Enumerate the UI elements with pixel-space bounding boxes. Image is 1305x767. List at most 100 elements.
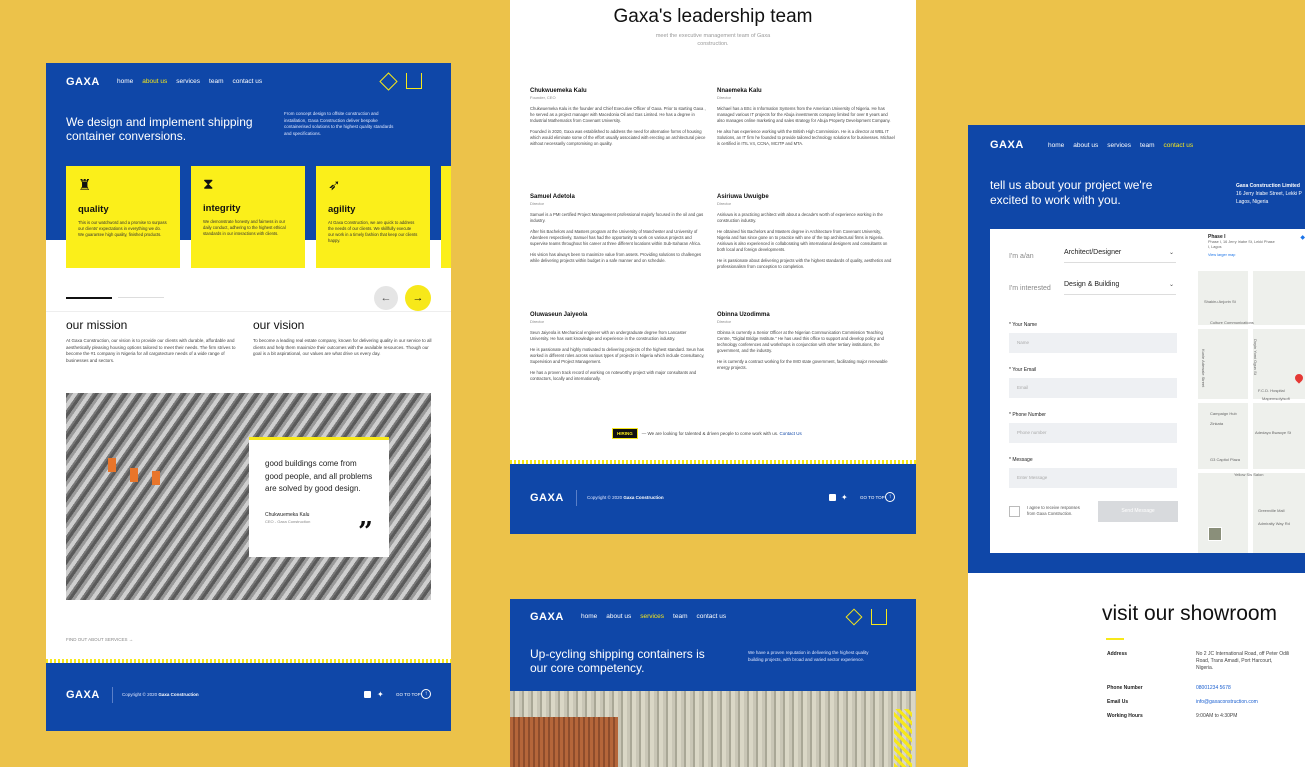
sitemap-icon[interactable] bbox=[406, 73, 422, 89]
map-thumbnail[interactable] bbox=[1208, 527, 1222, 541]
footer bbox=[510, 464, 916, 534]
map-label: Kunle Adewale Street bbox=[1201, 349, 1206, 388]
nav-about[interactable]: about us bbox=[1073, 142, 1098, 149]
rocket-icon: ➶ bbox=[328, 177, 341, 194]
value-card-partial bbox=[441, 166, 451, 268]
vision-title: our vision bbox=[253, 318, 305, 332]
bio-oluwaseun: Oluwaseun Jaiyeola Director Seun Jaiyeola… bbox=[530, 312, 705, 381]
nav-services[interactable]: services bbox=[1107, 142, 1131, 149]
slider-track bbox=[118, 297, 164, 298]
map[interactable]: Phase I Phase I, 16 Jerry Iriabe St, Lek… bbox=[1198, 229, 1305, 553]
map-label: Mapemsolyisoft bbox=[1262, 396, 1290, 401]
rook-icon: ♜ bbox=[78, 177, 92, 194]
map-pin-icon[interactable] bbox=[1293, 372, 1305, 384]
slider-progress bbox=[66, 297, 112, 299]
main-nav: home about us services team contact us bbox=[581, 613, 735, 620]
find-more-link[interactable]: FIND OUT ABOUT SERVICES → bbox=[66, 637, 133, 642]
contact-us-link[interactable]: Contact Us bbox=[780, 431, 802, 436]
map-label: G3 Capitol Plaza bbox=[1210, 457, 1241, 462]
logo[interactable]: GAXA bbox=[530, 611, 564, 623]
divider bbox=[46, 311, 451, 312]
footer-logo[interactable]: GAXA bbox=[530, 492, 564, 504]
worker-3 bbox=[152, 471, 160, 485]
facebook-icon[interactable] bbox=[364, 691, 371, 698]
worker-2 bbox=[130, 468, 138, 482]
map-label: Adedayo Bwaoye St bbox=[1255, 430, 1292, 435]
hiring-badge: HIRING bbox=[612, 428, 638, 439]
worker-1 bbox=[108, 458, 116, 472]
phone-group: * Phone Number Phone number bbox=[1009, 412, 1177, 443]
map-road-h1 bbox=[1198, 325, 1305, 329]
nav-team[interactable]: team bbox=[209, 78, 223, 85]
hatch-accent bbox=[894, 709, 912, 767]
email-input[interactable]: Email bbox=[1009, 378, 1177, 398]
nav-team[interactable]: team bbox=[1140, 142, 1154, 149]
twitter-icon[interactable]: ✦ bbox=[377, 690, 384, 699]
footer bbox=[46, 663, 451, 731]
prev-arrow-button[interactable]: ← bbox=[374, 286, 398, 310]
nav-contact[interactable]: contact us bbox=[1164, 142, 1194, 149]
nav-home[interactable]: home bbox=[117, 78, 133, 85]
arrow-up-icon[interactable]: ↑ bbox=[885, 492, 895, 502]
quote-card: good buildings come from good people, an… bbox=[249, 437, 389, 557]
team-title: Gaxa's leadership team bbox=[613, 6, 813, 27]
team-page-mockup: Gaxa's leadership team meet the executiv… bbox=[510, 0, 916, 534]
view-larger-map-link[interactable]: View larger map bbox=[1208, 253, 1295, 257]
name-input[interactable]: Name bbox=[1009, 333, 1177, 353]
next-arrow-button[interactable]: → bbox=[405, 285, 431, 311]
mission-title: our mission bbox=[66, 318, 128, 332]
main-nav: home about us services team contact us bbox=[117, 78, 271, 85]
go-to-top-link[interactable]: GO TO TOP bbox=[860, 495, 885, 502]
send-message-button[interactable]: Send Message bbox=[1098, 501, 1178, 522]
nav-contact[interactable]: contact us bbox=[697, 613, 727, 620]
arrow-up-icon[interactable]: ↑ bbox=[421, 689, 431, 699]
logo[interactable]: GAXA bbox=[990, 139, 1024, 151]
map-road-v bbox=[1248, 229, 1253, 553]
team-subtitle: meet the executive management team of Ga… bbox=[655, 33, 771, 47]
mission-text: At Gaxa Construction, our vision is to p… bbox=[66, 338, 236, 363]
footer-divider bbox=[112, 687, 113, 703]
message-input[interactable]: Enter Message bbox=[1009, 468, 1177, 488]
value-card-quality: ♜ quality This is our watchword and a pr… bbox=[66, 166, 180, 268]
map-label: Shakiru Anjorin St bbox=[1204, 299, 1236, 304]
footer-logo[interactable]: GAXA bbox=[66, 689, 100, 701]
i-am-select[interactable]: Architect/Designer ⌄ bbox=[1064, 249, 1176, 263]
map-label: Admiralty Way Rd bbox=[1258, 521, 1290, 526]
nav-home[interactable]: home bbox=[1048, 142, 1064, 149]
hero-title: We design and implement shipping contain… bbox=[66, 115, 253, 143]
go-to-top-link[interactable]: GO TO TOP bbox=[396, 692, 421, 699]
diamond-icon[interactable] bbox=[845, 608, 863, 626]
interest-select[interactable]: Design & Building ⌄ bbox=[1064, 281, 1176, 295]
quote-role: CEO - Gaxa Construction bbox=[265, 518, 311, 524]
map-label: Yellow Sis Salon bbox=[1234, 472, 1264, 477]
twitter-icon[interactable]: ✦ bbox=[841, 493, 848, 502]
info-table: Address No 2 JC International Road, off … bbox=[1107, 651, 1297, 727]
interest-label: I'm interested bbox=[1009, 285, 1051, 292]
directions-icon[interactable]: ◆ bbox=[1300, 234, 1305, 241]
email-group: * Your Email Email bbox=[1009, 367, 1177, 398]
map-label: Zinkata bbox=[1210, 421, 1224, 426]
vision-text: To become a leading real estate company,… bbox=[253, 338, 432, 356]
nav-about[interactable]: about us bbox=[142, 78, 167, 85]
chevron-down-icon: ⌄ bbox=[1168, 250, 1174, 256]
main-nav: home about us services team contact us bbox=[1048, 142, 1202, 149]
nav-team[interactable]: team bbox=[673, 613, 687, 620]
quote-mark-icon: ” bbox=[358, 517, 373, 547]
nav-about[interactable]: about us bbox=[606, 613, 631, 620]
i-am-label: I'm a/an bbox=[1009, 253, 1034, 260]
logo[interactable]: GAXA bbox=[66, 76, 100, 88]
facebook-icon[interactable] bbox=[829, 494, 836, 501]
nav-services[interactable]: services bbox=[640, 613, 664, 620]
phone-input[interactable]: Phone number bbox=[1009, 423, 1177, 443]
nav-home[interactable]: home bbox=[581, 613, 597, 620]
nav-contact[interactable]: contact us bbox=[233, 78, 263, 85]
consent-checkbox[interactable] bbox=[1009, 506, 1020, 517]
address-block: Gaxa Construction Limited 16 Jerry Iriab… bbox=[1236, 183, 1302, 205]
sitemap-icon[interactable] bbox=[871, 609, 887, 625]
footer-divider bbox=[576, 490, 577, 506]
tie-icon: ⧗ bbox=[203, 176, 214, 193]
info-row: Email Us info@gaxaconstruction.com bbox=[1107, 699, 1258, 705]
nav-services[interactable]: services bbox=[176, 78, 200, 85]
hero-title: tell us about your project we're excited… bbox=[990, 178, 1153, 207]
info-row: Phone Number 08001234 5678 bbox=[1107, 685, 1231, 691]
